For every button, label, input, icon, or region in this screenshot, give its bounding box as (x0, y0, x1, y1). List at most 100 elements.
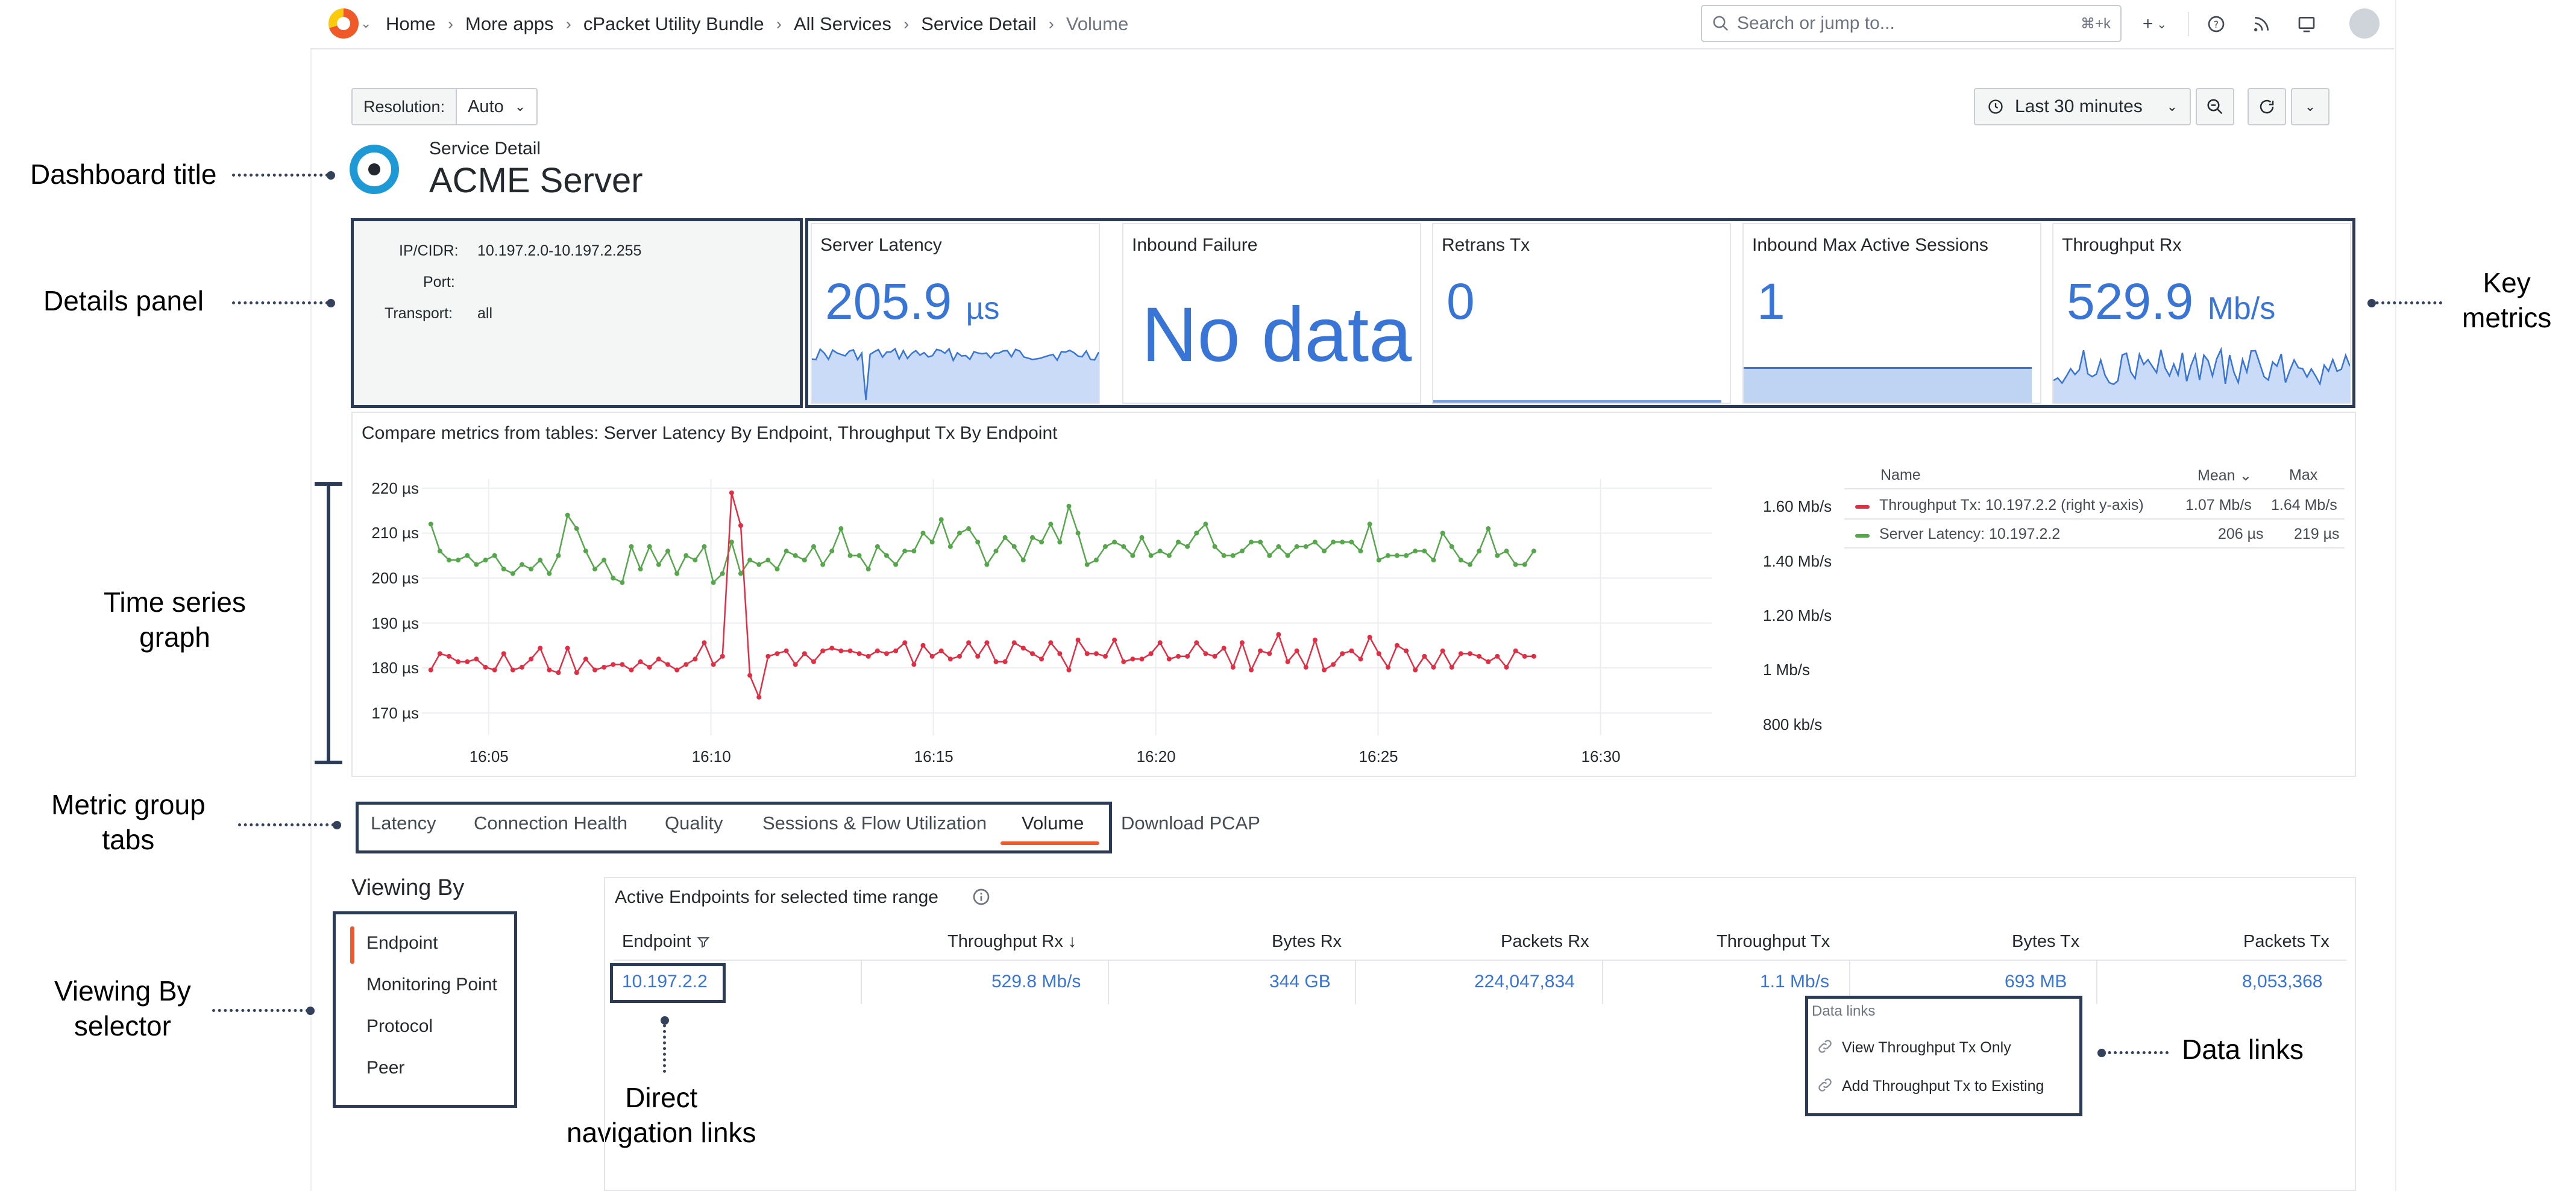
data-point (1431, 664, 1436, 670)
time-range-picker[interactable]: Last 30 minutes ⌄ (1974, 88, 2191, 125)
avatar[interactable] (2349, 8, 2380, 39)
data-point (474, 656, 479, 662)
zoom-out-button[interactable] (2196, 88, 2234, 125)
refresh-interval-button[interactable]: ⌄ (2291, 88, 2329, 125)
data-point (1477, 653, 1482, 659)
time-series-chart[interactable] (422, 476, 1724, 741)
annotation-dot (333, 821, 341, 829)
table-cell-bytes-rx[interactable]: 344 GB (1269, 972, 1331, 992)
add-button[interactable]: + ⌄ (2134, 11, 2176, 37)
resolution-picker[interactable]: Resolution: Auto ⌄ (351, 88, 538, 125)
data-point (1002, 535, 1008, 540)
refresh-button[interactable] (2248, 88, 2286, 125)
breadcrumb-bundle[interactable]: cPacket Utility Bundle (583, 13, 764, 35)
column-header-throughput-rx[interactable]: Throughput Rx ↓ (947, 932, 1076, 952)
breadcrumb-more-apps[interactable]: More apps (465, 13, 553, 35)
breadcrumb-all-services[interactable]: All Services (794, 13, 891, 35)
data-point (620, 662, 625, 667)
info-icon[interactable] (972, 887, 991, 907)
filter-icon[interactable] (696, 935, 711, 949)
table-cell-bytes-tx[interactable]: 693 MB (2005, 972, 2067, 992)
chevron-right-icon: › (447, 14, 454, 33)
data-point (1349, 539, 1354, 545)
legend-name-latency[interactable]: Server Latency: 10.197.2.2 (1879, 526, 2060, 543)
data-point (702, 544, 707, 549)
column-header-bytes-rx[interactable]: Bytes Rx (1272, 932, 1342, 952)
chevron-right-icon: › (903, 14, 909, 33)
tab-download-pcap[interactable]: Download PCAP (1121, 812, 1260, 834)
data-point (1139, 656, 1145, 662)
legend-name-throughput[interactable]: Throughput Tx: 10.197.2.2 (right y-axis) (1879, 497, 2144, 514)
data-point (738, 571, 743, 576)
data-point (474, 562, 479, 567)
data-point (811, 659, 816, 664)
data-point (911, 548, 917, 554)
data-point (966, 640, 972, 646)
data-point (1029, 651, 1035, 656)
legend-header-name[interactable]: Name (1880, 467, 1921, 484)
data-point (1166, 656, 1172, 662)
legend-header-mean[interactable]: Mean ⌄ (2197, 467, 2252, 485)
data-point (702, 640, 707, 646)
column-divider (861, 961, 862, 1004)
annotation-dot (327, 171, 335, 180)
data-point (583, 656, 588, 662)
chevron-down-icon[interactable]: ⌄ (360, 16, 371, 31)
data-point (1276, 544, 1281, 549)
annotation-time-series: Time series graph (104, 586, 246, 653)
annotation-details-panel: Details panel (43, 285, 204, 316)
table-cell-throughput-tx[interactable]: 1.1 Mb/s (1760, 972, 1829, 992)
data-point (1157, 548, 1163, 554)
data-point (1102, 544, 1108, 549)
data-link-add-throughput-tx[interactable]: Add Throughput Tx to Existing (1842, 1078, 2044, 1095)
y-left-tick-label: 170 µs (371, 703, 419, 722)
data-point (1486, 526, 1491, 532)
y-left-tick-label: 180 µs (371, 659, 419, 677)
data-point (1404, 648, 1409, 653)
data-point (875, 544, 880, 549)
data-link-view-throughput-tx[interactable]: View Throughput Tx Only (1842, 1039, 2011, 1057)
series-line[interactable] (430, 503, 1535, 584)
column-header-bytes-tx[interactable]: Bytes Tx (2012, 932, 2079, 952)
data-point (756, 562, 762, 567)
data-point (1066, 503, 1072, 509)
column-header-throughput-tx[interactable]: Throughput Tx (1717, 932, 1830, 952)
series-server-latency[interactable] (428, 503, 1536, 585)
data-point (993, 659, 999, 664)
column-header-packets-tx[interactable]: Packets Tx (2243, 932, 2329, 952)
data-point (428, 521, 433, 527)
data-point (1002, 659, 1008, 664)
data-point (465, 659, 470, 664)
breadcrumb-service-detail[interactable]: Service Detail (921, 13, 1036, 35)
data-point (674, 571, 680, 576)
table-cell-throughput-rx[interactable]: 529.8 Mb/s (991, 972, 1081, 992)
grafana-logo-icon[interactable] (328, 8, 359, 39)
x-tick-label: 16:20 (1136, 747, 1176, 765)
kiosk-icon[interactable] (2293, 11, 2320, 37)
x-tick-label: 16:10 (691, 747, 731, 765)
annotation-bracket (327, 482, 330, 764)
annotation-leader (232, 301, 328, 304)
legend-header-max[interactable]: Max (2289, 467, 2317, 484)
data-point (856, 651, 862, 656)
table-cell-packets-tx[interactable]: 8,053,368 (2242, 972, 2322, 992)
data-point (1458, 651, 1463, 656)
rss-icon[interactable] (2248, 11, 2275, 37)
breadcrumb-home[interactable]: Home (386, 13, 436, 35)
table-title: Active Endpoints for selected time range (615, 887, 938, 907)
y-right-tick-label: 1.60 Mb/s (1763, 497, 1832, 516)
search-input[interactable]: Search or jump to... ⌘+k (1701, 5, 2122, 42)
graph-title: Compare metrics from tables: Server Late… (362, 423, 1058, 443)
data-point (1048, 640, 1054, 646)
data-point (638, 659, 643, 664)
column-header-packets-rx[interactable]: Packets Rx (1501, 932, 1589, 952)
annotation-metric-tabs: Metric group tabs (51, 789, 206, 855)
table-cell-packets-rx[interactable]: 224,047,834 (1474, 972, 1575, 992)
data-point (920, 643, 926, 648)
data-point (1093, 651, 1099, 656)
legend-mean-latency: 206 µs (2218, 526, 2264, 542)
data-point (647, 544, 652, 549)
data-point (847, 648, 853, 653)
column-header-endpoint[interactable]: Endpoint (622, 932, 711, 952)
help-icon[interactable]: ? (2203, 11, 2229, 37)
